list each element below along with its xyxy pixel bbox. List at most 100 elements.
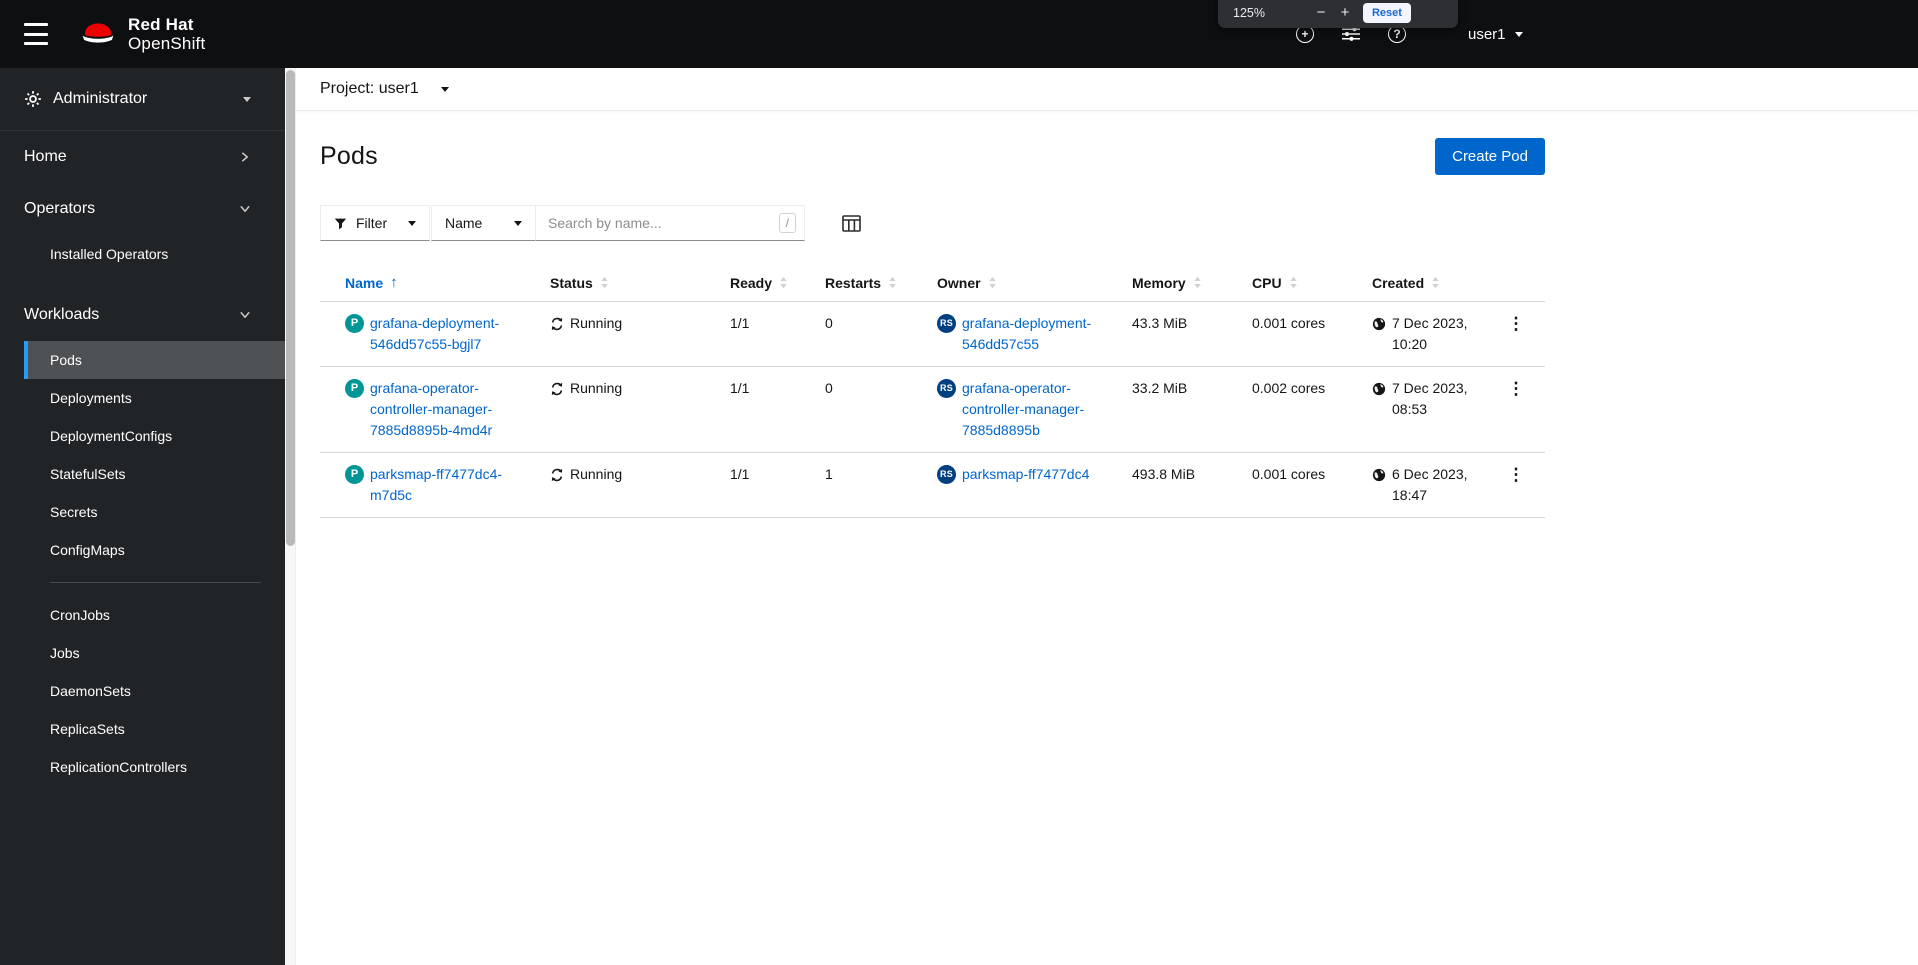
sidebar-item-home[interactable]: Home bbox=[0, 131, 285, 183]
filter-dropdown[interactable]: Filter bbox=[320, 205, 430, 241]
sort-both-icon bbox=[600, 276, 609, 289]
owner-link[interactable]: grafana-deployment-546dd57c55 bbox=[962, 313, 1099, 355]
sort-both-icon bbox=[1193, 276, 1202, 289]
sidebar-item-deploymentconfigs[interactable]: DeploymentConfigs bbox=[24, 417, 285, 455]
sidebar-item-pods[interactable]: Pods bbox=[24, 341, 285, 379]
row-kebab-menu[interactable]: ⋮ bbox=[1498, 378, 1535, 399]
sidebar-item-configmaps[interactable]: ConfigMaps bbox=[24, 531, 285, 569]
search-type-dropdown[interactable]: Name bbox=[431, 205, 536, 241]
caret-down-icon bbox=[408, 220, 416, 226]
created-text: 7 Dec 2023, 10:20 bbox=[1392, 315, 1468, 352]
project-selector-bar: Project: user1 bbox=[296, 68, 1918, 111]
pods-page: Pods Create Pod Filter Name Search by na… bbox=[296, 138, 1545, 518]
sort-both-icon bbox=[779, 276, 788, 289]
ready-cell: 1/1 bbox=[705, 452, 800, 518]
sidebar-item-installed-operators[interactable]: Installed Operators bbox=[24, 235, 285, 273]
zoom-out-button[interactable]: − bbox=[1309, 4, 1333, 23]
sliders-icon[interactable] bbox=[1342, 27, 1360, 41]
col-name: Name bbox=[345, 274, 384, 291]
redhat-openshift-logo: Red Hat OpenShift bbox=[78, 15, 205, 53]
table-row: P grafana-deployment-546dd57c55-bgjl7 Ru… bbox=[320, 301, 1545, 367]
chevron-right-icon bbox=[239, 151, 251, 163]
filter-label: Filter bbox=[356, 215, 388, 231]
sidebar-item-statefulsets[interactable]: StatefulSets bbox=[24, 455, 285, 493]
owner-link[interactable]: grafana-operator-controller-manager-7885… bbox=[962, 378, 1099, 441]
pod-name-link[interactable]: parksmap-ff7477dc4-m7d5c bbox=[370, 464, 517, 506]
cpu-cell: 0.002 cores bbox=[1227, 366, 1347, 453]
pod-name-link[interactable]: grafana-deployment-546dd57c55-bgjl7 bbox=[370, 313, 517, 355]
sort-by-restarts-button[interactable]: Restarts bbox=[825, 275, 897, 291]
sort-by-status-button[interactable]: Status bbox=[550, 275, 609, 291]
nav-toggle-hamburger-icon[interactable] bbox=[24, 23, 50, 45]
sort-by-ready-button[interactable]: Ready bbox=[730, 275, 788, 291]
row-kebab-menu[interactable]: ⋮ bbox=[1498, 464, 1535, 485]
search-input[interactable] bbox=[535, 205, 805, 241]
sidebar-item-replicationcontrollers[interactable]: ReplicationControllers bbox=[24, 748, 285, 786]
memory-cell: 493.8 MiB bbox=[1107, 452, 1227, 518]
sort-by-created-button[interactable]: Created bbox=[1372, 275, 1440, 291]
page-title: Pods bbox=[320, 142, 378, 170]
pod-badge: P bbox=[345, 465, 364, 484]
masthead: Red Hat OpenShift + ? user1 bbox=[0, 0, 1918, 68]
caret-down-icon bbox=[440, 86, 449, 92]
project-label: Project: user1 bbox=[320, 80, 419, 97]
status-text: Running bbox=[570, 466, 623, 482]
created-text: 6 Dec 2023, 18:47 bbox=[1392, 466, 1468, 503]
table-columns-icon bbox=[842, 215, 861, 232]
sort-both-icon bbox=[988, 276, 997, 289]
replicaset-badge: RS bbox=[937, 379, 956, 398]
scrollbar-thumb[interactable] bbox=[286, 70, 295, 546]
col-ready: Ready bbox=[730, 274, 773, 291]
pod-badge: P bbox=[345, 314, 364, 333]
search-type-label: Name bbox=[445, 215, 483, 231]
sidebar-item-cronjobs[interactable]: CronJobs bbox=[24, 596, 285, 634]
pod-name-link[interactable]: grafana-operator-controller-manager-7885… bbox=[370, 378, 517, 441]
perspective-switcher[interactable]: Administrator bbox=[0, 68, 285, 131]
pod-badge: P bbox=[345, 379, 364, 398]
redhat-fedora-icon bbox=[82, 23, 114, 43]
nav-label: Workloads bbox=[24, 306, 100, 323]
sort-ascending-icon: ↑ bbox=[390, 274, 398, 291]
nav-divider bbox=[50, 582, 261, 583]
globe-icon bbox=[1372, 317, 1386, 331]
sidebar-item-operators[interactable]: Operators bbox=[0, 183, 285, 235]
col-cpu: CPU bbox=[1252, 274, 1282, 291]
user-menu[interactable]: user1 bbox=[1468, 26, 1523, 43]
sort-by-owner-button[interactable]: Owner bbox=[937, 275, 997, 291]
sort-by-cpu-button[interactable]: CPU bbox=[1252, 275, 1298, 291]
create-pod-button[interactable]: Create Pod bbox=[1435, 138, 1545, 175]
sidebar-item-secrets[interactable]: Secrets bbox=[24, 493, 285, 531]
search-field-wrap: / bbox=[535, 205, 805, 241]
sort-by-name-button[interactable]: Name ↑ bbox=[345, 274, 398, 291]
chevron-down-icon bbox=[239, 203, 251, 215]
zoom-in-button[interactable]: + bbox=[1333, 4, 1357, 23]
sort-both-icon bbox=[888, 276, 897, 289]
status-text: Running bbox=[570, 380, 623, 396]
row-kebab-menu[interactable]: ⋮ bbox=[1498, 313, 1535, 334]
zoom-reset-button[interactable]: Reset bbox=[1362, 3, 1411, 23]
caret-down-icon bbox=[1514, 31, 1523, 37]
pods-table: Name ↑ Status Ready Restarts Owner Memor… bbox=[320, 264, 1545, 518]
project-selector[interactable]: Project: user1 bbox=[320, 80, 449, 98]
brand-line-2: OpenShift bbox=[128, 34, 206, 53]
caret-down-icon bbox=[243, 96, 251, 102]
nav-label: Operators bbox=[24, 200, 96, 217]
col-created: Created bbox=[1372, 274, 1425, 291]
sidebar-item-daemonsets[interactable]: DaemonSets bbox=[24, 672, 285, 710]
manage-columns-icon[interactable] bbox=[842, 215, 861, 232]
col-status: Status bbox=[550, 274, 593, 291]
sidebar-item-deployments[interactable]: Deployments bbox=[24, 379, 285, 417]
col-restarts: Restarts bbox=[825, 274, 882, 291]
sidebar-item-replicasets[interactable]: ReplicaSets bbox=[24, 710, 285, 748]
sort-by-memory-button[interactable]: Memory bbox=[1132, 275, 1202, 291]
search-shortcut-hint: / bbox=[778, 213, 796, 233]
globe-icon bbox=[1372, 468, 1386, 482]
sidebar-scrollbar[interactable] bbox=[285, 68, 296, 965]
col-owner: Owner bbox=[937, 274, 981, 291]
sync-running-icon bbox=[550, 317, 564, 331]
sidebar-item-workloads[interactable]: Workloads bbox=[0, 289, 285, 341]
chevron-down-icon bbox=[239, 309, 251, 321]
memory-cell: 33.2 MiB bbox=[1107, 366, 1227, 453]
owner-link[interactable]: parksmap-ff7477dc4 bbox=[962, 464, 1089, 485]
sidebar-item-jobs[interactable]: Jobs bbox=[24, 634, 285, 672]
